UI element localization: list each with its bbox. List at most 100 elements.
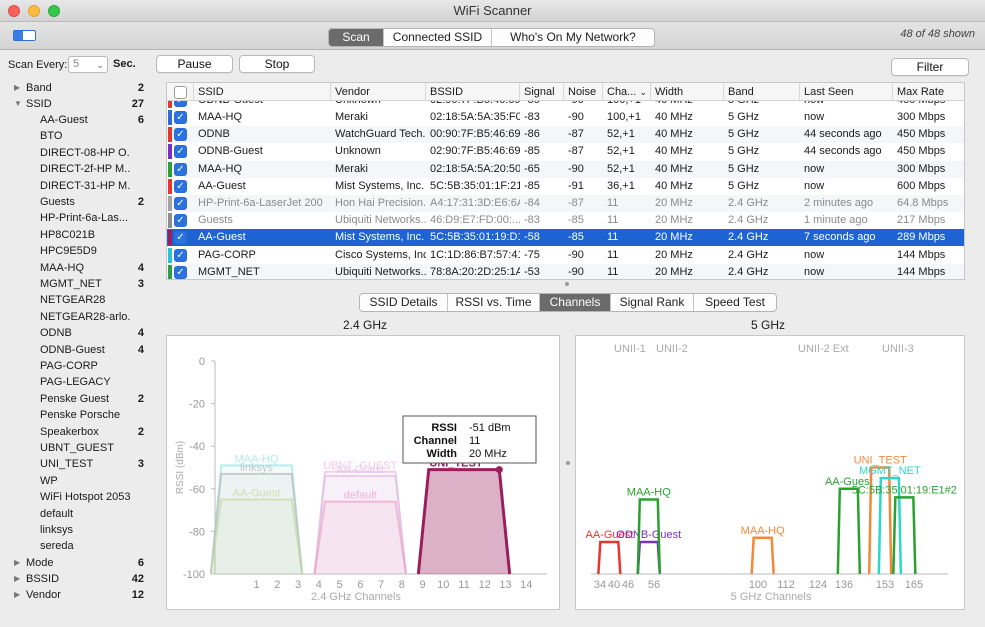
sidebar-item-ssid[interactable]: HP8C021B [0, 227, 152, 243]
row-checkbox[interactable]: ✓ [174, 265, 187, 279]
table-row[interactable]: ✓ ODNB-Guest Unknown 02:90:7F:B5:46:69 -85 -8… [167, 143, 964, 160]
row-checkbox[interactable]: ✓ [174, 231, 187, 245]
row-checkbox[interactable]: ✓ [174, 128, 187, 142]
sidebar-item-label: WiFi Hotspot 2053 [40, 491, 130, 504]
tab-connected-ssid[interactable]: Connected SSID [384, 29, 492, 46]
column-width[interactable]: Width [651, 83, 724, 101]
sidebar-item-ssid[interactable]: default [0, 506, 152, 522]
zoom-window-button[interactable] [48, 5, 60, 17]
filter-button[interactable]: Filter [891, 58, 969, 76]
select-all-column[interactable] [167, 83, 194, 101]
tab-whos-on-my-network[interactable]: Who's On My Network? [492, 29, 654, 46]
disclosure-right-icon[interactable]: ▶ [14, 555, 20, 571]
minimize-window-button[interactable] [28, 5, 40, 17]
table-row[interactable]: ✓ ODNB WatchGuard Tech... 00:90:7F:B5:46:69… [167, 126, 964, 144]
sidebar-item-ssid[interactable]: DIRECT-31-HP M... [0, 178, 152, 194]
sidebar-item-ssid[interactable]: Speakerbox 2 [0, 424, 152, 440]
sidebar-item-ssid[interactable]: WP [0, 473, 152, 489]
sidebar-item-ssid[interactable]: UBNT_GUEST [0, 440, 152, 456]
sidebar-item-ssid[interactable]: Guests 2 [0, 194, 152, 210]
column-vendor[interactable]: Vendor [331, 83, 426, 101]
row-checkbox[interactable]: ✓ [174, 179, 187, 193]
column-max-rate[interactable]: Max Rate [893, 83, 964, 101]
sidebar-item-ssid[interactable]: ODNB 4 [0, 325, 152, 341]
table-row[interactable]: ✓ HP-Print-6a-LaserJet 200 Hon Hai Precisi… [167, 195, 964, 212]
sidebar-group-mode[interactable]: ▶ Mode 6 [0, 555, 152, 571]
select-all-checkbox[interactable] [174, 86, 187, 99]
sidebar-item-count: 6 [137, 114, 144, 126]
row-checkbox[interactable]: ✓ [174, 145, 187, 159]
column-noise[interactable]: Noise [564, 83, 603, 101]
panel-split-handle[interactable] [566, 461, 570, 465]
sidebar-item-ssid[interactable]: sereda [0, 538, 152, 554]
x-tick-label: 124 [809, 579, 827, 591]
sidebar-item-ssid[interactable]: HP-Print-6a-Las... [0, 210, 152, 226]
row-checkbox[interactable]: ✓ [174, 111, 187, 124]
sidebar-item-ssid[interactable]: Penske Guest 2 [0, 391, 152, 407]
table-row[interactable]: ✓ AA-Guest Mist Systems, Inc. 5C:5B:35:01:1… [167, 178, 964, 195]
channel-shape [209, 498, 304, 575]
table-row[interactable]: ✓ AA-Guest Mist Systems, Inc. 5C:5B:35:01:1… [167, 229, 964, 247]
sidebar-item-ssid[interactable]: NETGEAR28 [0, 292, 152, 308]
sidebar-item-ssid[interactable]: WiFi Hotspot 2053 [0, 489, 152, 505]
table-row[interactable]: ✓ MAA-HQ Meraki 02:18:5A:5A:20:50 -65 -90 52,+… [167, 160, 964, 178]
sidebar-group-ssid[interactable]: ▼ SSID 27 [0, 96, 152, 112]
row-checkbox[interactable]: ✓ [174, 214, 187, 228]
disclosure-down-icon[interactable]: ▼ [14, 96, 22, 112]
close-window-button[interactable] [8, 5, 20, 17]
table-row[interactable]: ✓ PAG-CORP Cisco Systems, Inc 1C:1D:86:B7:5… [167, 247, 964, 264]
column-last-seen[interactable]: Last Seen [800, 83, 893, 101]
table-row[interactable]: ✓ MAA-HQ Meraki 02:18:5A:5A:35:F0 -83 -90 100,… [167, 109, 964, 126]
sidebar-item-ssid[interactable]: linksys [0, 522, 152, 538]
scan-interval-select[interactable]: 5 ⌄ [68, 56, 108, 73]
sidebar-item-ssid[interactable]: HPC9E5D9 [0, 243, 152, 259]
sidebar-item-ssid[interactable]: AA-Guest 6 [0, 112, 152, 128]
stop-button[interactable]: Stop [239, 55, 315, 73]
column-signal[interactable]: Signal [520, 83, 564, 101]
sidebar-item-ssid[interactable]: Penske Porsche [0, 407, 152, 423]
tab-speed-test[interactable]: Speed Test [694, 294, 776, 311]
sidebar-item-ssid[interactable]: BTO [0, 128, 152, 144]
sidebar-item-ssid[interactable]: DIRECT-08-HP O... [0, 145, 152, 161]
sidebar-group-band[interactable]: ▶ Band 2 [0, 80, 152, 96]
tab-ssid-details[interactable]: SSID Details [360, 294, 448, 311]
disclosure-right-icon[interactable]: ▶ [14, 587, 20, 603]
column-band[interactable]: Band [724, 83, 800, 101]
tab-rssi-vs-time[interactable]: RSSI vs. Time [448, 294, 540, 311]
sidebar-item-label: WP [40, 474, 58, 487]
table-row[interactable]: ✓ ODNB-GuestUnknown02:90:7F:B5:46:69-85-9… [167, 101, 964, 109]
tab-scan[interactable]: Scan [329, 29, 384, 46]
sidebar-item-ssid[interactable]: DIRECT-2f-HP M... [0, 161, 152, 177]
x-tick-label: 40 [608, 579, 620, 591]
row-checkbox[interactable]: ✓ [174, 162, 187, 176]
column-ssid[interactable]: SSID [194, 83, 331, 101]
table-row[interactable]: ✓ MGMT_NET Ubiquiti Networks... 78:8A:20:2D… [167, 263, 964, 279]
sidebar-item-ssid[interactable]: PAG-LEGACY [0, 374, 152, 390]
sidebar-item-ssid[interactable]: MGMT_NET 3 [0, 276, 152, 292]
disclosure-right-icon[interactable]: ▶ [14, 571, 20, 587]
pause-button[interactable]: Pause [156, 55, 233, 73]
column-bssid[interactable]: BSSID [426, 83, 520, 101]
y-tick-label: -100 [183, 569, 205, 581]
sidebar-item-ssid[interactable]: ODNB-Guest 4 [0, 342, 152, 358]
tab-channels[interactable]: Channels [540, 294, 611, 311]
sidebar-item-ssid[interactable]: NETGEAR28-arlo... [0, 309, 152, 325]
x-axis-label: 2.4 GHz Channels [311, 591, 401, 603]
sidebar-toggle-icon[interactable] [13, 30, 36, 41]
row-checkbox[interactable]: ✓ [174, 248, 187, 262]
x-axis-label: 5 GHz Channels [731, 591, 812, 603]
sidebar-item-ssid[interactable]: MAA-HQ 4 [0, 260, 152, 276]
row-checkbox[interactable]: ✓ [174, 101, 187, 107]
tab-signal-rank[interactable]: Signal Rank [611, 294, 694, 311]
column-channel[interactable]: Cha... ⌄ [603, 83, 651, 101]
table-row[interactable]: ✓ Guests Ubiquiti Networks... 46:D9:E7:FD:0… [167, 212, 964, 229]
x-tick-label: 4 [316, 579, 322, 591]
series-color-swatch [168, 247, 172, 263]
sidebar-group-vendor[interactable]: ▶ Vendor 12 [0, 587, 152, 603]
disclosure-right-icon[interactable]: ▶ [14, 80, 20, 96]
split-handle[interactable] [565, 282, 569, 286]
row-checkbox[interactable]: ✓ [174, 197, 187, 210]
sidebar-item-ssid[interactable]: UNI_TEST 3 [0, 456, 152, 472]
sidebar-item-ssid[interactable]: PAG-CORP [0, 358, 152, 374]
sidebar-group-bssid[interactable]: ▶ BSSID 42 [0, 571, 152, 587]
